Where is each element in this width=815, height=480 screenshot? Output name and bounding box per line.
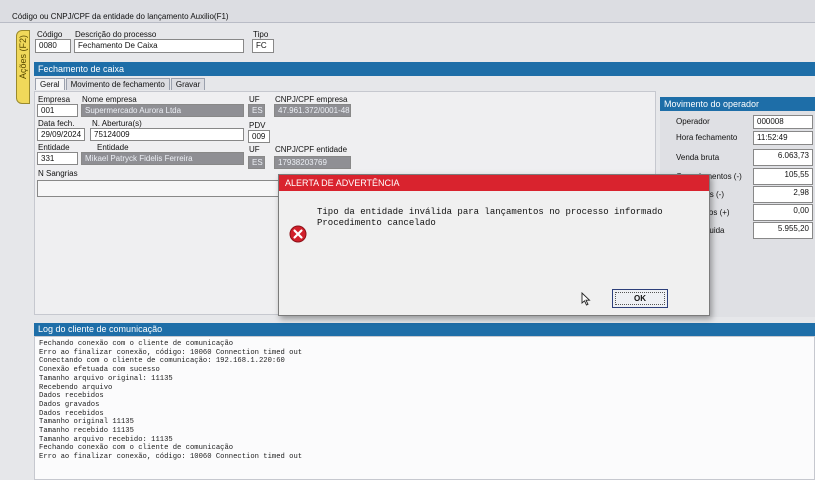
empresa-field[interactable]: 001: [37, 104, 78, 117]
cnpj-field: 47.961.372/0001-48: [274, 104, 351, 117]
pdv-label: PDV: [249, 121, 266, 130]
mouse-cursor-icon: [581, 292, 591, 306]
venda-bruta-label: Venda bruta: [676, 153, 720, 162]
nome-empresa-label: Nome empresa: [82, 95, 137, 104]
log-line: Dados recebidos: [39, 392, 104, 401]
nome-empresa-field: Supermercado Aurora Ltda: [81, 104, 244, 117]
tipo-label: Tipo: [253, 30, 269, 39]
actions-side-tab[interactable]: Ações (F2): [16, 30, 30, 104]
actions-side-tab-label: Ações (F2): [18, 35, 28, 80]
entity-lookup-hint: Código ou CNPJ/CPF da entidade do lançam…: [12, 12, 229, 21]
error-icon: [289, 225, 307, 243]
warning-dialog-title: ALERTA DE ADVERTÊNCIA: [279, 175, 709, 191]
tab-geral[interactable]: Geral: [35, 78, 65, 90]
ent-uf-field: ES: [248, 156, 265, 169]
log-line: Dados recebidos: [39, 409, 104, 418]
section-title: Fechamento de caixa: [34, 62, 815, 76]
entidade-nome-field: Mikael Patryck Fidelis Ferreira: [81, 152, 244, 165]
abertura-field[interactable]: 75124009: [90, 128, 244, 141]
pdv-field[interactable]: 009: [248, 130, 270, 143]
log-title: Log do cliente de comunicação: [34, 323, 815, 336]
warning-dialog: ALERTA DE ADVERTÊNCIA Tipo da entidade i…: [278, 174, 710, 316]
ok-button[interactable]: OK: [612, 289, 668, 308]
codigo-label: Código: [37, 30, 63, 39]
log-line: Fechando conexão com o cliente de comuni…: [39, 444, 234, 453]
tab-gravar[interactable]: Gravar: [170, 78, 206, 90]
sangrias-field[interactable]: [37, 180, 287, 197]
log-line: Fechando conexão com o cliente de comuni…: [39, 340, 234, 348]
data-fech-field[interactable]: 29/09/2024: [37, 128, 85, 141]
hora-fechamento-label: Hora fechamento: [676, 133, 738, 142]
venda-liquida-value: 5.955,20: [753, 222, 813, 239]
cnpj-label: CNPJ/CPF empresa: [275, 95, 348, 104]
descontos-value: 2,98: [753, 186, 813, 203]
venda-bruta-value: 6.063,73: [753, 149, 813, 166]
operator-panel-title: Movimento do operador: [660, 97, 815, 111]
ent-uf-label: UF: [249, 145, 260, 154]
entidade-label: Entidade: [38, 143, 70, 152]
ent-cnpj-field: 17938203769: [274, 156, 351, 169]
log-line: Tamanho recebido 11135: [39, 427, 134, 436]
log-line: Tamanho original 11135: [39, 418, 134, 427]
screen: Código ou CNPJ/CPF da entidade do lançam…: [0, 0, 815, 480]
warning-message-line1: Tipo da entidade inválida para lançament…: [317, 207, 663, 217]
abertura-label: N. Abertura(s): [92, 119, 142, 128]
codigo-field[interactable]: 0080: [35, 39, 71, 53]
operador-value: 000008: [753, 115, 813, 129]
descricao-label: Descrição do processo: [75, 30, 157, 39]
log-line: Erro ao finalizar conexão, código: 10060…: [39, 348, 303, 357]
ent-cnpj-label: CNPJ/CPF entidade: [275, 145, 348, 154]
empresa-label: Empresa: [38, 95, 71, 104]
tab-strip: Geral Movimento de fechamento Gravar: [35, 78, 206, 91]
acrescimos-value: 0,00: [753, 204, 813, 221]
log-line: Tamanho arquivo recebido: 11135: [39, 435, 173, 444]
log-line: Conectando com o cliente de comunicação:…: [39, 357, 285, 366]
entidade-nome-label: Entidade: [97, 143, 129, 152]
log-line: Conexão efetuada com sucesso: [39, 366, 160, 375]
sangrias-label: N Sangrias: [38, 169, 78, 178]
log-lines: Fechando conexão com o cliente de comuni…: [35, 337, 814, 465]
data-fech-label: Data fech.: [38, 119, 75, 128]
tipo-field[interactable]: FC: [252, 39, 274, 53]
log-line: Recebendo arquivo: [39, 383, 113, 392]
log-line: Tamanho arquivo original: 11135: [39, 374, 173, 383]
log-line: Dados gravados: [39, 400, 100, 409]
uf-label: UF: [249, 95, 260, 104]
uf-field: ES: [248, 104, 265, 117]
hora-fechamento-value: 11:52:49: [753, 131, 813, 145]
log-area[interactable]: Fechando conexão com o cliente de comuni…: [34, 336, 815, 480]
cancelamentos-value: 105,55: [753, 168, 813, 185]
warning-message-line2: Procedimento cancelado: [317, 218, 436, 228]
tab-movimento[interactable]: Movimento de fechamento: [65, 78, 170, 90]
log-line: Erro ao finalizar conexão, código: 10060…: [39, 453, 303, 462]
entidade-field[interactable]: 331: [37, 152, 78, 165]
operador-label: Operador: [676, 117, 710, 126]
descricao-field[interactable]: Fechamento De Caixa: [74, 39, 244, 53]
